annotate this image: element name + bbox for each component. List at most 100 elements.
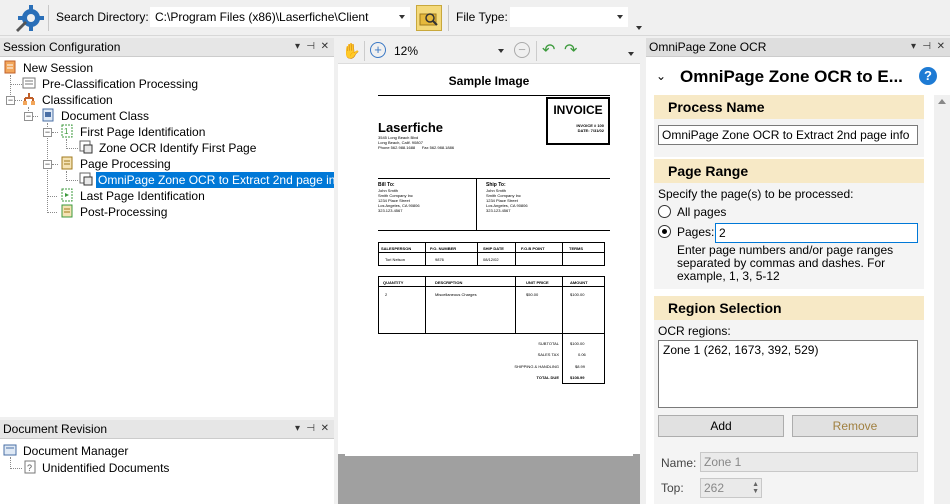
tree-item-classification[interactable]: Classification: [42, 92, 113, 108]
ocr-region-item[interactable]: Zone 1 (262, 1673, 392, 529): [659, 341, 917, 359]
zoom-value: 12%: [394, 44, 419, 58]
pages-radio[interactable]: [658, 225, 671, 238]
ship-to-block: John Smith Smith Company Inc 1234 Place St…: [486, 188, 528, 213]
page-processing-icon: [61, 156, 73, 170]
tree-item-last-page-identification[interactable]: Last Page Identification: [80, 188, 205, 204]
all-pages-radio[interactable]: [658, 205, 671, 218]
laserfiche-logo: Laserfiche: [378, 120, 444, 135]
chevron-down-icon: [498, 49, 504, 53]
tree-item-post-processing[interactable]: Post-Processing: [80, 204, 167, 220]
gear-wrench-icon[interactable]: [14, 4, 44, 32]
revision-panel-header: Document Revision ▾ ⊣ ✕: [0, 420, 334, 439]
pages-hint: Enter page numbers and/or page ranges se…: [677, 243, 894, 283]
scroll-up-icon[interactable]: [938, 99, 946, 104]
session-panel-title: Session Configuration: [3, 40, 121, 54]
name-input[interactable]: Zone 1: [700, 452, 918, 472]
help-icon[interactable]: ?: [919, 67, 937, 85]
add-button[interactable]: Add: [658, 415, 784, 437]
search-directory-value: C:\Program Files (x86)\Laserfiche\Client: [155, 10, 369, 24]
panel-menu-icon[interactable]: ▾: [295, 420, 300, 438]
close-icon[interactable]: ✕: [937, 38, 945, 56]
list-icon: [22, 77, 36, 89]
file-type-combo[interactable]: [510, 7, 628, 27]
top-value: 262: [704, 481, 725, 495]
close-icon[interactable]: ✕: [321, 420, 329, 438]
tree-item-unidentified-documents[interactable]: Unidentified Documents: [42, 460, 169, 476]
remove-button[interactable]: Remove: [792, 415, 918, 437]
spinner-icon[interactable]: ▲ ▼: [752, 481, 759, 495]
invoice-page: Sample Image Laserfiche 3545 Long Beach …: [345, 66, 633, 456]
zoom-out-icon[interactable]: −: [514, 42, 530, 58]
zoom-combo[interactable]: 12%: [394, 42, 508, 60]
folder-search-icon: [419, 13, 438, 26]
rotate-left-icon[interactable]: ↶: [542, 40, 555, 60]
pin-icon[interactable]: ⊣: [306, 420, 315, 438]
process-name-heading: Process Name: [654, 95, 924, 119]
document-manager-icon: [3, 444, 17, 456]
zone-ocr-icon: [79, 140, 93, 154]
company-address: 3545 Long Beach Blvd Long Beach, Calif. …: [378, 135, 455, 150]
ocr-regions-label: OCR regions:: [658, 324, 731, 338]
pin-icon[interactable]: ⊣: [306, 38, 315, 56]
scrollbar[interactable]: [934, 95, 950, 504]
collapse-icon[interactable]: −: [24, 112, 33, 121]
top-label: Top:: [661, 481, 684, 495]
process-name-input[interactable]: OmniPage Zone OCR to Extract 2nd page in…: [658, 125, 918, 145]
rotate-right-icon[interactable]: ↷: [564, 40, 577, 60]
close-icon[interactable]: ✕: [321, 38, 329, 56]
first-page-icon: 1: [61, 124, 73, 138]
tree-item-document-class[interactable]: Document Class: [61, 108, 149, 124]
top-input[interactable]: 262 ▲ ▼: [700, 478, 762, 498]
revision-tree: Document Manager ? Unidentified Document…: [0, 439, 334, 504]
svg-text:?: ?: [27, 463, 32, 473]
zone-ocr-icon: [79, 172, 93, 186]
pin-icon[interactable]: ⊣: [922, 38, 931, 56]
page-title: Sample Image: [448, 74, 530, 88]
revision-panel-title: Document Revision: [3, 422, 108, 436]
tree-item-page-processing[interactable]: Page Processing: [80, 156, 171, 172]
tree-item-new-session[interactable]: New Session: [23, 60, 93, 76]
pages-label: Pages:: [677, 225, 715, 239]
viewer-toolbar: ✋ + 12% − ↶ ↷: [338, 38, 640, 64]
collapse-icon[interactable]: −: [43, 128, 52, 137]
classification-icon: [23, 93, 35, 105]
tree-item-pre-classification[interactable]: Pre-Classification Processing: [42, 76, 198, 92]
tree-item-zone-ocr-identify[interactable]: Zone OCR Identify First Page: [99, 140, 256, 156]
session-panel-header: Session Configuration ▾ ⊣ ✕: [0, 38, 334, 57]
tree-item-document-manager[interactable]: Document Manager: [23, 443, 128, 459]
tree-item-first-page-identification[interactable]: First Page Identification: [80, 124, 205, 140]
chevron-down-icon: [617, 15, 623, 19]
panel-menu-icon[interactable]: ▾: [295, 38, 300, 56]
document-class-icon: [42, 108, 54, 122]
zoom-in-icon[interactable]: +: [370, 42, 386, 58]
collapse-icon[interactable]: −: [43, 160, 52, 169]
page-range-prompt: Specify the page(s) to be processed:: [658, 187, 854, 201]
tree-item-omnipage-zone-ocr[interactable]: OmniPage Zone OCR to Extract 2nd page in…: [96, 172, 348, 188]
properties-title: OmniPage Zone OCR to E...: [680, 67, 903, 86]
name-label: Name:: [661, 456, 697, 470]
ocr-regions-list[interactable]: Zone 1 (262, 1673, 392, 529): [658, 340, 918, 408]
right-panel-header: OmniPage Zone OCR ▾ ⊣ ✕: [646, 38, 950, 57]
last-page-icon: [61, 188, 73, 202]
toolbar-overflow-icon[interactable]: [636, 26, 642, 32]
page-range-heading: Page Range: [654, 159, 924, 183]
panel-menu-icon[interactable]: ▾: [911, 38, 916, 56]
svg-text:1: 1: [64, 127, 69, 136]
right-panel-title: OmniPage Zone OCR: [649, 40, 767, 54]
properties-panel: ⌄ OmniPage Zone OCR to E... ? Process Na…: [646, 57, 950, 504]
collapse-icon[interactable]: −: [6, 96, 15, 105]
browse-folder-button[interactable]: [416, 5, 442, 31]
session-tree: New Session Pre-Classification Processin…: [0, 57, 348, 417]
invoice-title: INVOICE: [553, 103, 603, 117]
unidentified-document-icon: ?: [24, 460, 36, 474]
all-pages-label: All pages: [677, 205, 727, 219]
pan-hand-icon[interactable]: ✋: [342, 42, 361, 60]
bill-to-block: John Smith Smith Company Inc 1234 Place St…: [378, 188, 420, 213]
search-directory-combo[interactable]: C:\Program Files (x86)\Laserfiche\Client: [150, 7, 410, 27]
collapse-chevron-icon[interactable]: ⌄: [656, 69, 666, 83]
pages-input[interactable]: 2: [715, 223, 918, 243]
region-selection-heading: Region Selection: [654, 296, 924, 320]
search-directory-label: Search Directory:: [56, 10, 149, 24]
session-icon: [4, 60, 16, 74]
viewer-overflow-icon[interactable]: [628, 52, 634, 56]
